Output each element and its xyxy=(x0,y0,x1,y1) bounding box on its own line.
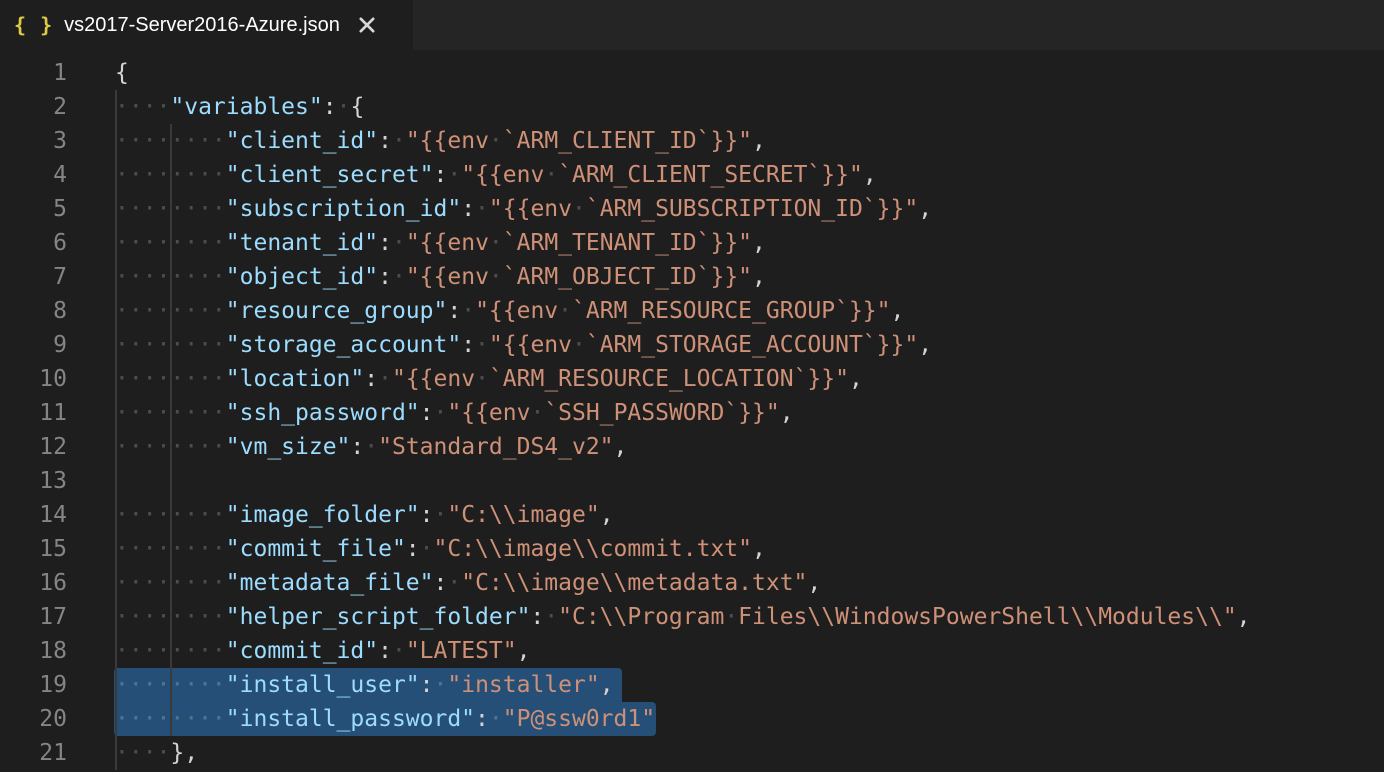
code-editor[interactable]: 1{2····"variables":·{3········"client_id… xyxy=(0,50,1384,772)
code-line-text[interactable]: ········"storage_account":·"{{env·`ARM_S… xyxy=(115,328,932,362)
code-line[interactable]: 3 ········"client_id":·"{{env·`ARM_CLIENT… xyxy=(0,124,1384,158)
code-line[interactable]: 15 ········"commit_file":·"C:\\image\\com… xyxy=(0,532,1384,566)
line-number[interactable]: 7 xyxy=(0,260,67,294)
code-line[interactable]: 10 ········"location":·"{{env·`ARM_RESOUR… xyxy=(0,362,1384,396)
code-line-text[interactable]: ····}, xyxy=(115,736,198,770)
code-line-text[interactable]: ········"client_id":·"{{env·`ARM_CLIENT_… xyxy=(115,124,766,158)
code-line[interactable]: 18 ········"commit_id":·"LATEST", xyxy=(0,634,1384,668)
code-line[interactable]: 13 xyxy=(0,464,1384,498)
code-line[interactable]: 1{ xyxy=(0,56,1384,90)
line-number[interactable]: 5 xyxy=(0,192,67,226)
line-number[interactable]: 4 xyxy=(0,158,67,192)
code-line[interactable]: 2 ····"variables":·{ xyxy=(0,90,1384,124)
code-line[interactable]: 11 ········"ssh_password":·"{{env·`SSH_PA… xyxy=(0,396,1384,430)
code-line[interactable]: 8 ········"resource_group":·"{{env·`ARM_R… xyxy=(0,294,1384,328)
indent-guide xyxy=(170,464,172,498)
tab-bar: { } vs2017-Server2016-Azure.json xyxy=(0,0,1384,50)
line-number[interactable]: 9 xyxy=(0,328,67,362)
code-line-text[interactable]: ········"location":·"{{env·`ARM_RESOURCE… xyxy=(115,362,863,396)
line-number[interactable]: 19 xyxy=(0,668,67,702)
code-line-text[interactable]: ········"resource_group":·"{{env·`ARM_RE… xyxy=(115,294,904,328)
close-icon xyxy=(358,16,376,34)
line-number[interactable]: 11 xyxy=(0,396,67,430)
line-number[interactable]: 20 xyxy=(0,702,67,736)
line-number[interactable]: 21 xyxy=(0,736,67,770)
code-line[interactable]: 20 ········"install_password":·"P@ssw0rd1… xyxy=(0,702,1384,736)
code-line[interactable]: 5 ········"subscription_id":·"{{env·`ARM_… xyxy=(0,192,1384,226)
code-line[interactable]: 6 ········"tenant_id":·"{{env·`ARM_TENANT… xyxy=(0,226,1384,260)
line-number[interactable]: 6 xyxy=(0,226,67,260)
code-line[interactable]: 9 ········"storage_account":·"{{env·`ARM_… xyxy=(0,328,1384,362)
code-line-text[interactable]: ········"metadata_file":·"C:\\image\\met… xyxy=(115,566,821,600)
tab-filename: vs2017-Server2016-Azure.json xyxy=(64,14,340,37)
code-line-text[interactable]: ········"client_secret":·"{{env·`ARM_CLI… xyxy=(115,158,877,192)
code-line[interactable]: 16 ········"metadata_file":·"C:\\image\\m… xyxy=(0,566,1384,600)
line-number[interactable]: 1 xyxy=(0,56,67,90)
indent-guide xyxy=(115,464,117,498)
code-line-text[interactable]: ········"object_id":·"{{env·`ARM_OBJECT_… xyxy=(115,260,766,294)
line-number[interactable]: 12 xyxy=(0,430,67,464)
code-line[interactable]: 14 ········"image_folder":·"C:\\image", xyxy=(0,498,1384,532)
code-line-text[interactable]: ········"tenant_id":·"{{env·`ARM_TENANT_… xyxy=(115,226,766,260)
code-line-text[interactable]: ····"variables":·{ xyxy=(115,90,364,124)
code-line-text[interactable]: ········"install_user":·"installer", xyxy=(115,668,614,702)
code-line-text[interactable]: ········"commit_file":·"C:\\image\\commi… xyxy=(115,532,766,566)
json-file-icon: { } xyxy=(14,13,53,37)
code-line[interactable]: 4 ········"client_secret":·"{{env·`ARM_CL… xyxy=(0,158,1384,192)
code-line-text[interactable]: ········"install_password":·"P@ssw0rd1" xyxy=(115,702,655,736)
line-number[interactable]: 2 xyxy=(0,90,67,124)
line-number[interactable]: 3 xyxy=(0,124,67,158)
line-number[interactable]: 14 xyxy=(0,498,67,532)
line-number[interactable]: 10 xyxy=(0,362,67,396)
code-line-text[interactable]: ········"helper_script_folder":·"C:\\Pro… xyxy=(115,600,1251,634)
code-line-text[interactable]: ········"image_folder":·"C:\\image", xyxy=(115,498,614,532)
code-line[interactable]: 17 ········"helper_script_folder":·"C:\\P… xyxy=(0,600,1384,634)
tab-vs2017-server2016-azure-json[interactable]: { } vs2017-Server2016-Azure.json xyxy=(0,0,413,50)
code-line-text[interactable]: ········"commit_id":·"LATEST", xyxy=(115,634,530,668)
code-line-text[interactable]: { xyxy=(115,56,129,90)
code-line-text[interactable]: ········"vm_size":·"Standard_DS4_v2", xyxy=(115,430,627,464)
line-number[interactable]: 18 xyxy=(0,634,67,668)
line-number[interactable]: 15 xyxy=(0,532,67,566)
code-line[interactable]: 21 ····}, xyxy=(0,736,1384,770)
code-line-text[interactable]: ········"ssh_password":·"{{env·`SSH_PASS… xyxy=(115,396,794,430)
code-area: 1{2····"variables":·{3········"client_id… xyxy=(0,56,1384,770)
line-number[interactable]: 8 xyxy=(0,294,67,328)
code-line-text[interactable]: ········"subscription_id":·"{{env·`ARM_S… xyxy=(115,192,932,226)
code-line[interactable]: 7 ········"object_id":·"{{env·`ARM_OBJECT… xyxy=(0,260,1384,294)
line-number[interactable]: 16 xyxy=(0,566,67,600)
line-number[interactable]: 13 xyxy=(0,464,67,498)
close-tab-button[interactable] xyxy=(357,15,377,35)
code-line[interactable]: 12 ········"vm_size":·"Standard_DS4_v2", xyxy=(0,430,1384,464)
code-line[interactable]: 19 ········"install_user":·"installer", xyxy=(0,668,1384,702)
line-number[interactable]: 17 xyxy=(0,600,67,634)
